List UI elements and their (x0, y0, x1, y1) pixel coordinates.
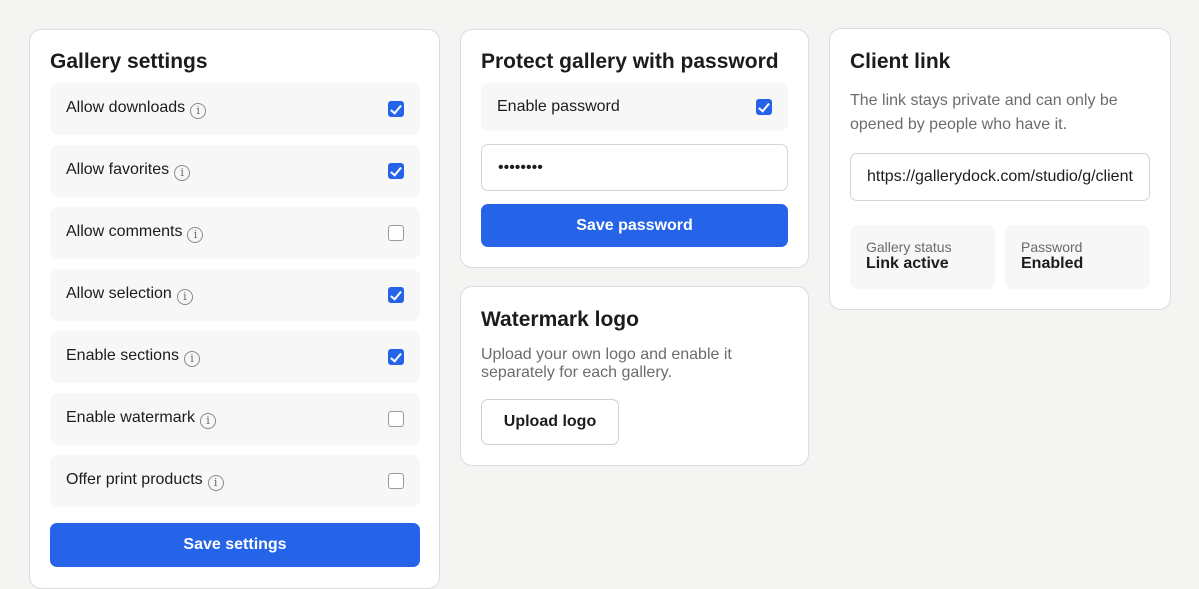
info-icon[interactable]: i (183, 351, 200, 367)
client-link-description: The link stays private and can only be o… (850, 92, 1118, 133)
watermark-card-title: Watermark logo (481, 308, 639, 331)
password-card: Protect gallery with password Enable pas… (460, 29, 809, 268)
client-link-card: Client link The link stays private and c… (829, 28, 1171, 310)
option-label: Offer print products (66, 471, 203, 488)
client-link-title: Client link (850, 50, 951, 73)
option-label: Allow selection (66, 285, 172, 302)
gallery-settings-card: Gallery settings Allow downloads i Allow … (29, 29, 440, 589)
option-row-allow-downloads[interactable]: Allow downloads i (50, 83, 420, 135)
gallery-status-label: Gallery status (866, 239, 952, 255)
option-row-allow-comments[interactable]: Allow comments i (50, 207, 420, 259)
save-settings-button[interactable]: Save settings (50, 523, 420, 567)
enable-password-label: Enable password (497, 98, 620, 115)
allow-favorites-checkbox[interactable] (388, 163, 404, 179)
option-label: Enable watermark (66, 409, 195, 426)
allow-selection-checkbox[interactable] (388, 287, 404, 303)
option-row-allow-favorites[interactable]: Allow favorites i (50, 145, 420, 197)
password-status-label: Password (1021, 239, 1083, 255)
password-card-title: Protect gallery with password (481, 50, 779, 73)
option-row-allow-selection[interactable]: Allow selection i (50, 269, 420, 321)
info-icon[interactable]: i (174, 165, 191, 181)
allow-downloads-checkbox[interactable] (388, 101, 404, 117)
watermark-card: Watermark logo Upload your own logo and … (460, 286, 809, 466)
option-row-enable-watermark[interactable]: Enable watermark i (50, 393, 420, 445)
option-row-enable-sections[interactable]: Enable sections i (50, 331, 420, 383)
gallery-settings-title: Gallery settings (50, 50, 208, 73)
save-password-button[interactable]: Save password (481, 204, 788, 247)
info-icon[interactable]: i (199, 413, 216, 429)
info-icon[interactable]: i (176, 289, 193, 305)
option-label: Allow downloads (66, 99, 186, 116)
offer-print-products-checkbox[interactable] (388, 473, 404, 489)
info-icon[interactable]: i (187, 227, 204, 243)
password-status-box: Password Enabled (1005, 225, 1150, 289)
password-input[interactable] (481, 144, 788, 191)
enable-password-checkbox[interactable] (756, 99, 772, 115)
option-row-offer-print-products[interactable]: Offer print products i (50, 455, 420, 507)
enable-sections-checkbox[interactable] (388, 349, 404, 365)
option-label: Allow favorites (66, 161, 170, 178)
allow-comments-checkbox[interactable] (388, 225, 404, 241)
info-icon[interactable]: i (190, 103, 207, 119)
password-status-value: Enabled (1021, 255, 1084, 272)
client-link-url-field[interactable] (850, 153, 1150, 201)
watermark-description: Upload your own logo and enable it separ… (481, 346, 732, 381)
upload-logo-button[interactable]: Upload logo (481, 399, 619, 445)
enable-password-row[interactable]: Enable password (481, 83, 788, 131)
enable-watermark-checkbox[interactable] (388, 411, 404, 427)
option-label: Enable sections (66, 347, 179, 364)
gallery-status-value: Link active (866, 255, 949, 272)
info-icon[interactable]: i (207, 475, 224, 491)
option-label: Allow comments (66, 223, 183, 240)
gallery-status-box: Gallery status Link active (850, 225, 995, 289)
